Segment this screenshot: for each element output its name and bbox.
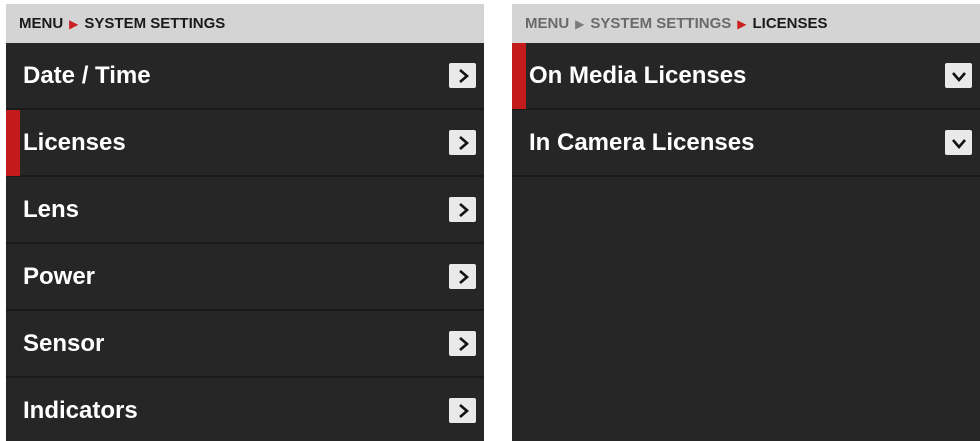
- menu-item-lens[interactable]: Lens: [6, 177, 484, 244]
- menu-item-label: Sensor: [23, 329, 105, 357]
- breadcrumb-licenses: LICENSES: [752, 15, 828, 32]
- caret-right-icon: ▶: [575, 16, 585, 31]
- menu-item-label: Licenses: [23, 128, 126, 156]
- chevron-right-icon[interactable]: [449, 130, 476, 155]
- menu-item-indicators[interactable]: Indicators: [6, 378, 484, 441]
- caret-right-icon: ▶: [737, 16, 747, 31]
- caret-right-icon: ▶: [69, 16, 79, 31]
- chevron-right-icon[interactable]: [449, 63, 476, 88]
- menu-item-label: Lens: [23, 195, 80, 223]
- chevron-right-icon[interactable]: [449, 197, 476, 222]
- breadcrumb: MENU ▶ SYSTEM SETTINGS: [6, 4, 484, 43]
- breadcrumb-menu[interactable]: MENU: [525, 15, 569, 32]
- chevron-right-icon[interactable]: [449, 398, 476, 423]
- breadcrumb: MENU ▶ SYSTEM SETTINGS ▶ LICENSES: [512, 4, 980, 43]
- chevron-down-icon[interactable]: [945, 130, 972, 155]
- system-settings-panel: MENU ▶ SYSTEM SETTINGS Date / Time Licen…: [6, 4, 484, 441]
- chevron-right-icon[interactable]: [449, 264, 476, 289]
- licenses-panel: MENU ▶ SYSTEM SETTINGS ▶ LICENSES On Med…: [512, 4, 980, 441]
- breadcrumb-system-settings: SYSTEM SETTINGS: [84, 15, 226, 32]
- menu-item-label: Indicators: [23, 396, 138, 424]
- breadcrumb-system-settings[interactable]: SYSTEM SETTINGS: [590, 15, 731, 32]
- chevron-right-icon[interactable]: [449, 331, 476, 356]
- menu-item-sensor[interactable]: Sensor: [6, 311, 484, 378]
- menu-item-label: On Media Licenses: [529, 61, 747, 89]
- menu-item-label: In Camera Licenses: [529, 128, 755, 156]
- chevron-down-icon[interactable]: [945, 63, 972, 88]
- menu-item-label: Date / Time: [23, 61, 151, 89]
- menu-item-on-media-licenses[interactable]: On Media Licenses: [512, 43, 980, 110]
- selection-marker: [512, 43, 526, 109]
- menu-item-licenses[interactable]: Licenses: [6, 110, 484, 177]
- menu-item-in-camera-licenses[interactable]: In Camera Licenses: [512, 110, 980, 177]
- menu-item-label: Power: [23, 262, 96, 290]
- menu-item-date-time[interactable]: Date / Time: [6, 43, 484, 110]
- menu-item-power[interactable]: Power: [6, 244, 484, 311]
- selection-marker: [6, 110, 20, 176]
- breadcrumb-menu[interactable]: MENU: [19, 15, 63, 32]
